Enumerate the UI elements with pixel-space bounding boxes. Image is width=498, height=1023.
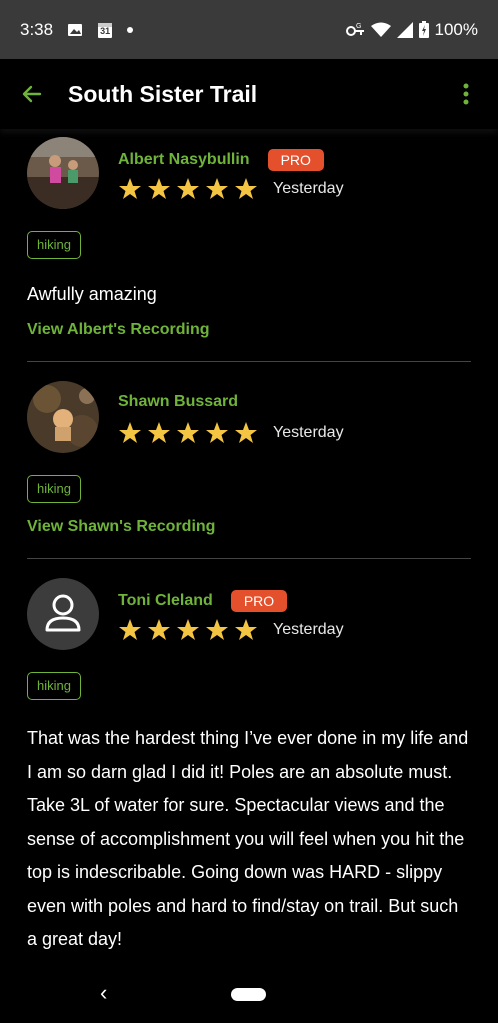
star-icon	[176, 421, 205, 445]
svg-text:G: G	[356, 23, 361, 30]
system-nav-bar: ‹	[0, 960, 498, 1023]
avatar[interactable]	[27, 381, 99, 453]
star-icon	[118, 618, 147, 642]
key-icon: G	[345, 22, 365, 38]
battery-percent: 100%	[434, 19, 478, 39]
nav-back-icon[interactable]: ‹	[100, 980, 107, 1006]
star-icon	[205, 177, 234, 201]
star-icon	[118, 177, 147, 201]
review-item: Albert Nasybullin PRO Yesterday hiking A…	[27, 137, 471, 357]
view-recording-link[interactable]: View Shawn's Recording	[27, 518, 215, 536]
status-time: 3:38	[20, 19, 54, 39]
wifi-icon	[370, 22, 391, 38]
status-bar: 3:38 31 G 100%	[0, 0, 498, 59]
review-date: Yesterday	[273, 621, 344, 638]
page-title: South Sister Trail	[68, 80, 258, 107]
person-icon	[45, 594, 81, 632]
activity-tag: hiking	[27, 672, 81, 700]
star-icon	[147, 421, 176, 445]
star-icon	[147, 618, 176, 642]
star-icon	[118, 421, 147, 445]
calendar-icon: 31	[97, 21, 113, 39]
app-bar: South Sister Trail	[0, 59, 498, 129]
activity-tag: hiking	[27, 231, 81, 259]
image-icon	[67, 22, 83, 38]
avatar[interactable]	[27, 578, 99, 650]
reviewer-name[interactable]: Shawn Bussard	[118, 393, 238, 411]
star-icon	[234, 421, 263, 445]
star-icon	[234, 618, 263, 642]
review-date: Yesterday	[273, 424, 344, 441]
view-recording-link[interactable]: View Albert's Recording	[27, 321, 210, 339]
more-vert-icon[interactable]	[454, 83, 478, 105]
battery-icon	[418, 21, 429, 38]
dot-icon	[127, 26, 134, 33]
divider	[27, 558, 471, 559]
reviewer-name[interactable]: Albert Nasybullin	[118, 151, 250, 169]
review-item: Toni Cleland PRO Yesterday hiking That w…	[27, 578, 471, 958]
star-icon	[205, 618, 234, 642]
review-date: Yesterday	[273, 180, 344, 197]
review-comment: That was the hardest thing I’ve ever don…	[27, 728, 469, 949]
review-comment: Awfully amazing	[27, 284, 157, 304]
nav-home-pill[interactable]	[231, 988, 266, 1001]
star-icon	[176, 177, 205, 201]
star-rating: Yesterday	[118, 421, 344, 445]
review-item: Shawn Bussard Yesterday hiking View Shaw…	[27, 381, 471, 551]
star-icon	[205, 421, 234, 445]
activity-tag: hiking	[27, 475, 81, 503]
star-icon	[147, 177, 176, 201]
signal-icon	[396, 21, 413, 38]
arrow-left-icon[interactable]	[20, 82, 44, 106]
pro-badge: PRO	[230, 590, 288, 612]
reviewer-name[interactable]: Toni Cleland	[118, 592, 213, 610]
calendar-day: 31	[100, 25, 111, 36]
star-rating: Yesterday	[118, 618, 344, 642]
star-icon	[176, 618, 205, 642]
pro-badge: PRO	[267, 149, 324, 171]
star-rating: Yesterday	[118, 177, 344, 201]
divider	[27, 361, 471, 362]
star-icon	[234, 177, 263, 201]
avatar[interactable]	[27, 137, 99, 209]
